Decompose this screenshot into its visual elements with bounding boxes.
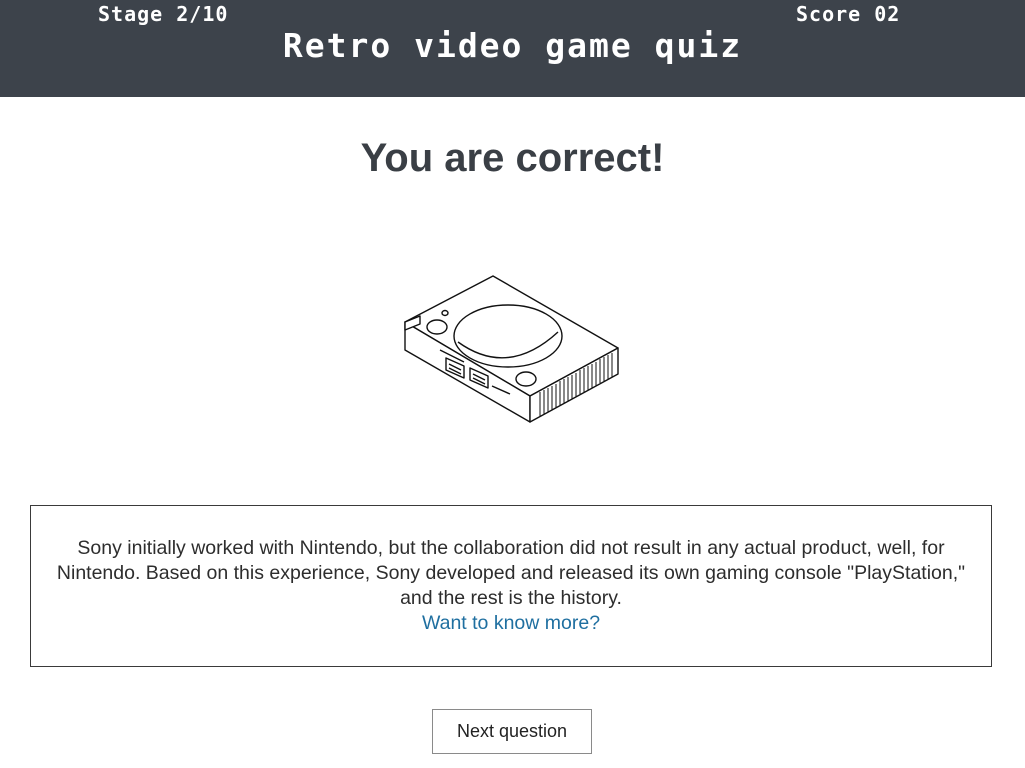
header-bar: Stage 2/10 Score 02 Retro video game qui… bbox=[0, 0, 1025, 97]
next-question-button[interactable]: Next question bbox=[432, 709, 592, 754]
result-heading: You are correct! bbox=[360, 136, 665, 180]
game-title: Retro video game quiz bbox=[282, 26, 743, 65]
info-panel: Sony initially worked with Nintendo, but… bbox=[30, 505, 992, 667]
score-counter: Score 02 bbox=[796, 2, 901, 26]
stage-counter: Stage 2/10 bbox=[98, 2, 229, 26]
know-more-link[interactable]: Want to know more? bbox=[422, 611, 600, 636]
playstation-console-icon bbox=[400, 270, 625, 430]
info-text: Sony initially worked with Nintendo, but… bbox=[56, 537, 966, 609]
